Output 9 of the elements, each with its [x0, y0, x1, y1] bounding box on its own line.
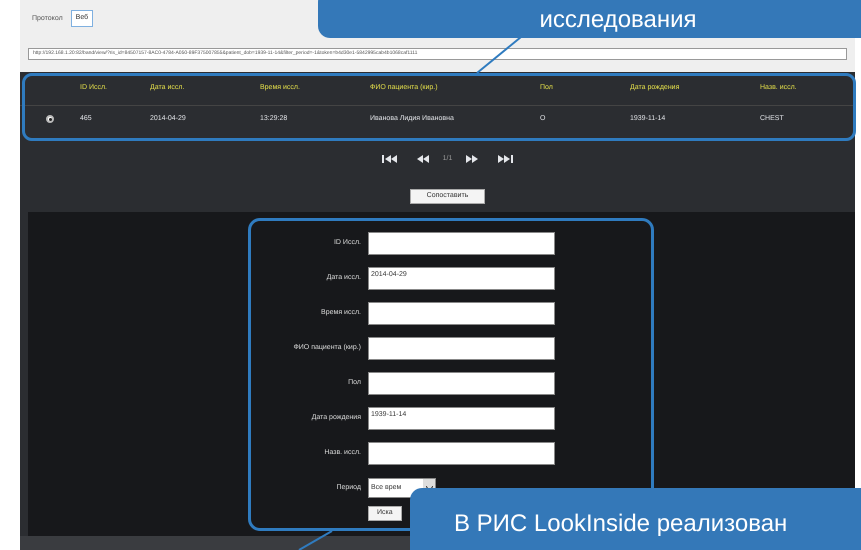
input-field[interactable] [368, 336, 555, 360]
leader-line [476, 37, 522, 74]
callout-tooltip: В РИС LookInside реализован [410, 488, 861, 550]
callout-tooltip: исследования [318, 0, 861, 38]
input-field[interactable] [368, 372, 555, 394]
input-field[interactable] [368, 442, 555, 464]
radio-button[interactable] [46, 115, 54, 123]
input-field[interactable] [368, 302, 555, 324]
input-field[interactable] [368, 232, 555, 254]
